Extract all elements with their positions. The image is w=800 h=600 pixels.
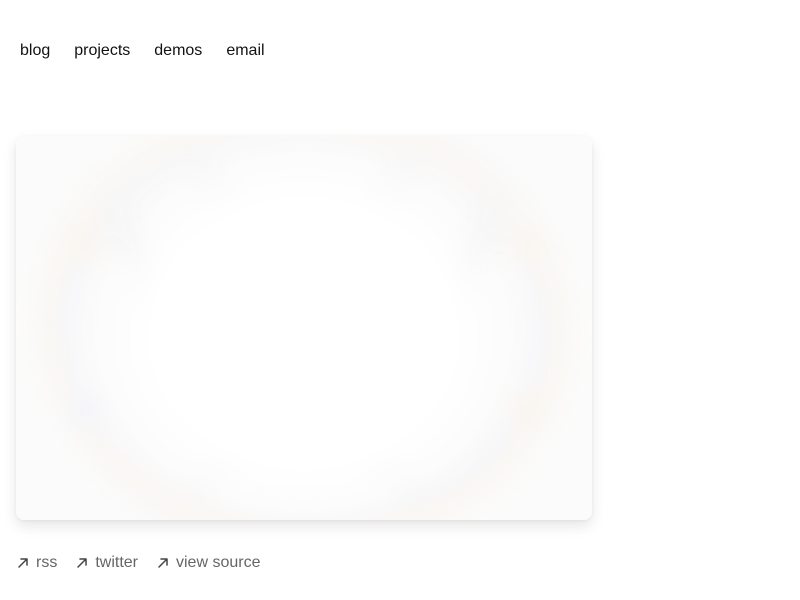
footer-link-label: rss <box>36 554 58 571</box>
page: blog projects demos email rss twitter vi… <box>0 0 800 600</box>
footer-link-label: view source <box>176 554 261 571</box>
nav-link-projects[interactable]: projects <box>74 42 130 60</box>
footer-link-label: twitter <box>95 554 138 571</box>
footer-link-view-source[interactable]: view source <box>156 554 260 572</box>
footer-link-rss[interactable]: rss <box>16 554 57 572</box>
top-nav: blog projects demos email <box>20 42 265 60</box>
arrow-up-right-icon <box>156 556 170 570</box>
nav-link-blog[interactable]: blog <box>20 42 50 60</box>
footer-link-twitter[interactable]: twitter <box>75 554 138 572</box>
arrow-up-right-icon <box>16 556 30 570</box>
nav-link-email[interactable]: email <box>226 42 264 60</box>
hero-visual-card <box>16 136 592 520</box>
arrow-up-right-icon <box>75 556 89 570</box>
hero-visual <box>16 136 592 520</box>
footer-links: rss twitter view source <box>16 554 260 572</box>
nav-link-demos[interactable]: demos <box>154 42 202 60</box>
